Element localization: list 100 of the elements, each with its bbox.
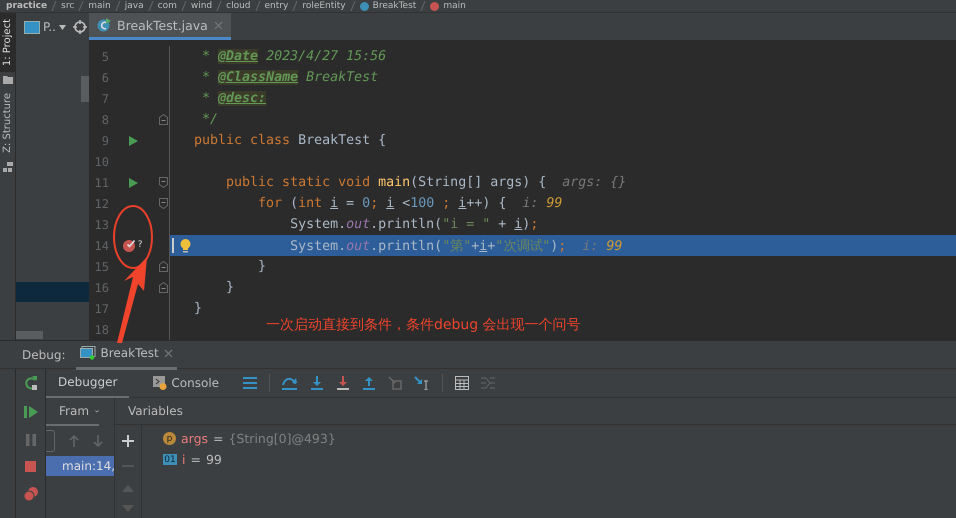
separator-icon (78, 1, 84, 11)
method-icon (430, 2, 440, 10)
code-line: */ (201, 112, 218, 127)
variable-value: 99 (206, 452, 222, 467)
code-line: System.out.println("i = " + i); (289, 217, 538, 232)
breadcrumb-item[interactable]: practice (6, 0, 48, 12)
fold-icon[interactable] (158, 282, 168, 293)
run-icon[interactable] (128, 178, 138, 188)
annotation-text: 一次启动直接到条件，条件debug 会出现一个问号 (266, 316, 581, 334)
panel-icon (24, 20, 40, 34)
close-icon[interactable] (214, 20, 223, 30)
session-tab[interactable]: BreakTest (76, 340, 177, 370)
tool-window-tab[interactable]: Z: Structure (0, 87, 15, 160)
variables-title: Variables (127, 404, 183, 418)
thread-dropdown[interactable] (46, 430, 55, 452)
crosshair-icon[interactable] (73, 20, 87, 34)
separator-icon (114, 1, 121, 11)
fold-icon[interactable] (158, 177, 168, 188)
line-number: 11 (94, 176, 109, 190)
step-out-icon[interactable] (362, 376, 376, 390)
structure-icon (2, 162, 12, 172)
panel-title: Debug: (22, 348, 66, 362)
code-line: * @Date 2023/4/27 15:56 (201, 49, 386, 64)
breadcrumb-item[interactable]: com (158, 0, 177, 12)
step-into-icon[interactable] (310, 376, 324, 390)
condition-mark: ? (137, 241, 143, 250)
separator-icon (216, 1, 222, 11)
breakpoint-icon[interactable] (123, 239, 138, 252)
breadcrumb-item[interactable]: BreakTest (372, 0, 416, 12)
equals-sign: = (190, 452, 201, 467)
run-icon[interactable] (128, 136, 138, 146)
drop-frame-icon[interactable] (388, 376, 402, 390)
separator-icon (350, 1, 356, 11)
line-number: 6 (100, 70, 109, 84)
file-tab[interactable]: BreakTest.java (89, 13, 231, 40)
variable-type-icon: p (163, 432, 176, 445)
breadcrumb-item[interactable]: wind (190, 0, 212, 12)
separator-icon (292, 1, 298, 11)
rerun-icon[interactable] (24, 376, 38, 390)
line-number: 7 (100, 92, 109, 106)
code-line: public class BreakTest { (194, 133, 386, 148)
tool-window-tab[interactable]: 1: Project (0, 13, 15, 72)
variable-name[interactable]: args (181, 431, 208, 446)
lightbulb-icon[interactable] (180, 238, 191, 252)
class-icon (97, 18, 111, 32)
line-number: 16 (94, 280, 109, 294)
code-line: } (225, 280, 234, 295)
pause-icon[interactable] (26, 434, 36, 446)
equals-sign: = (213, 431, 224, 446)
step-into-icon[interactable] (336, 376, 350, 390)
code-line: * @ClassName BreakTest (201, 70, 378, 85)
breadcrumb-item[interactable]: main (443, 0, 466, 12)
breadcrumb-item[interactable]: src (61, 0, 74, 12)
variable-name[interactable]: i (182, 452, 186, 467)
breadcrumb-item[interactable]: entry (264, 0, 288, 12)
code-line: public static void main(String[] args) { args: {} (225, 175, 626, 190)
window-icon (80, 346, 96, 360)
frames-tab[interactable]: Fram (46, 398, 99, 426)
console-icon (153, 376, 168, 390)
variable-type-icon: 01 (163, 454, 177, 465)
separator-icon (254, 1, 261, 11)
variable-value: {String[0]@493} (228, 431, 336, 446)
breadcrumb-item[interactable]: java (124, 0, 144, 12)
resume-icon[interactable] (24, 405, 38, 419)
code-line: System.out.println("第"+i+"次调试"); i: 99 (289, 238, 622, 254)
debugger-tab[interactable]: Console (141, 369, 232, 397)
class-icon (360, 2, 369, 10)
line-number: 17 (94, 302, 109, 316)
line-number: 5 (100, 50, 109, 64)
scrollbar-thumb[interactable] (16, 331, 43, 339)
line-number: 18 (94, 322, 109, 336)
line-number: 15 (94, 260, 109, 274)
fold-icon[interactable] (158, 198, 168, 209)
code-line: * @desc: (201, 91, 266, 106)
down-arrow-icon[interactable] (93, 435, 103, 447)
breakpoints-icon[interactable] (24, 487, 38, 501)
step-over-icon[interactable] (282, 376, 298, 390)
close-icon[interactable] (164, 348, 173, 358)
debugger-tab[interactable]: Debugger (46, 368, 130, 398)
trace-icon[interactable] (481, 377, 496, 389)
breadcrumb-item[interactable]: roleEntity (302, 0, 346, 12)
fold-icon[interactable] (158, 114, 168, 125)
separator-icon (148, 1, 154, 11)
up-arrow-icon[interactable] (69, 435, 79, 447)
calculator-icon[interactable] (455, 376, 470, 390)
plus-icon[interactable] (122, 435, 134, 447)
run-to-cursor-icon[interactable] (414, 376, 430, 390)
menu-icon[interactable] (243, 377, 258, 389)
panel-title[interactable]: P.. (43, 20, 56, 34)
line-number: 12 (94, 196, 109, 210)
line-number: 9 (100, 134, 109, 148)
fold-icon[interactable] (158, 261, 168, 272)
separator-icon (51, 1, 58, 11)
caret-icon[interactable] (59, 24, 66, 30)
line-number: 8 (100, 112, 109, 126)
breadcrumb-item[interactable]: cloud (226, 0, 251, 12)
stack-frame[interactable]: main:14, (46, 456, 114, 476)
breadcrumb-item[interactable]: main (88, 0, 111, 12)
scrollbar-thumb[interactable] (81, 76, 89, 102)
code-line: for (int i = 0; i <100 ; i++) { i: 99 (257, 196, 562, 211)
